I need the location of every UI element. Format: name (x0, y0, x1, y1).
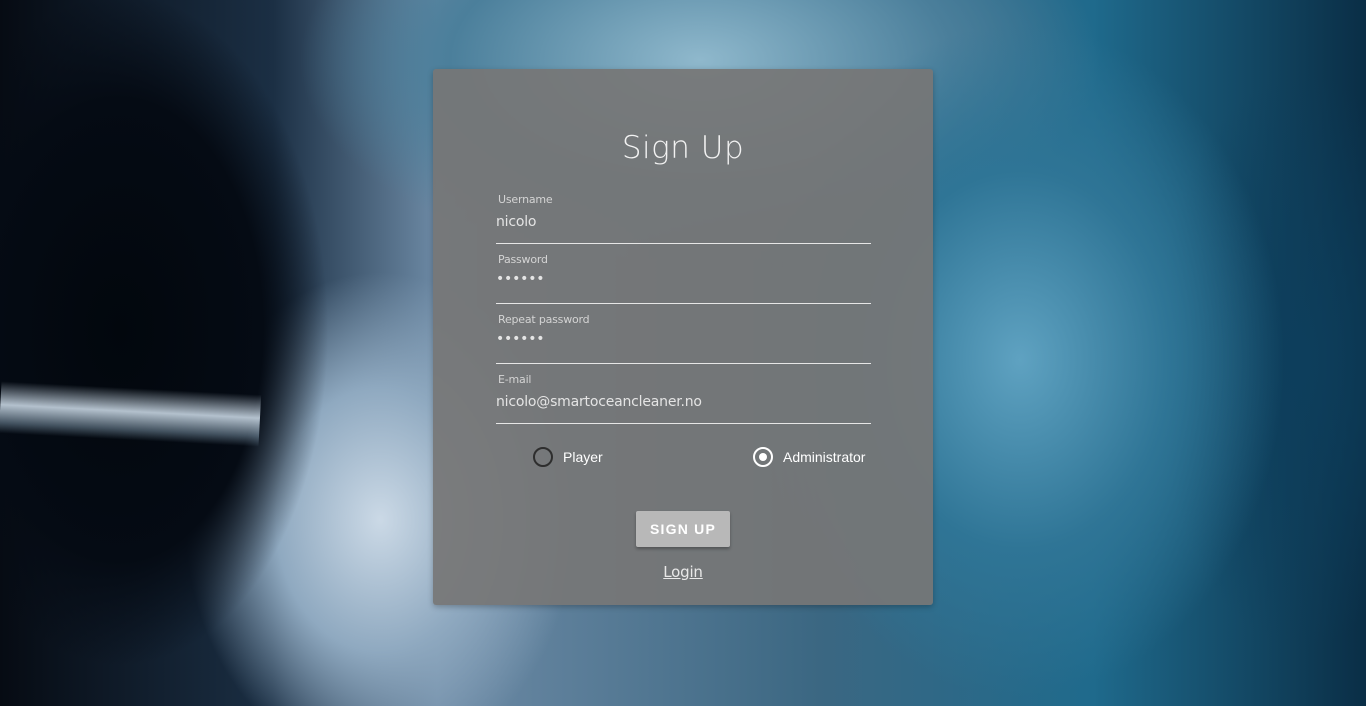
repeat-password-input[interactable]: •••••• (496, 331, 871, 353)
username-input[interactable] (496, 211, 871, 233)
username-field: Username (496, 193, 871, 244)
email-input[interactable] (496, 391, 871, 413)
repeat-password-label: Repeat password (498, 313, 590, 326)
administrator-radio-option[interactable]: Administrator (753, 447, 865, 467)
administrator-radio-label: Administrator (783, 449, 866, 465)
password-label: Password (498, 253, 548, 266)
repeat-password-field: Repeat password •••••• (496, 313, 871, 364)
email-label: E-mail (498, 373, 532, 386)
login-link[interactable]: Login (663, 563, 703, 581)
login-link-container: Login (0, 562, 1366, 581)
email-field: E-mail (496, 373, 871, 424)
username-label: Username (498, 193, 553, 206)
password-field: Password •••••• (496, 253, 871, 304)
player-radio-button[interactable] (533, 447, 553, 467)
player-radio-label: Player (563, 449, 603, 465)
page-title: Sign Up (621, 130, 745, 166)
administrator-radio-button[interactable] (753, 447, 773, 467)
player-radio-option[interactable]: Player (533, 447, 603, 467)
password-input[interactable]: •••••• (496, 271, 871, 293)
sign-up-button[interactable]: SIGN UP (636, 511, 730, 547)
